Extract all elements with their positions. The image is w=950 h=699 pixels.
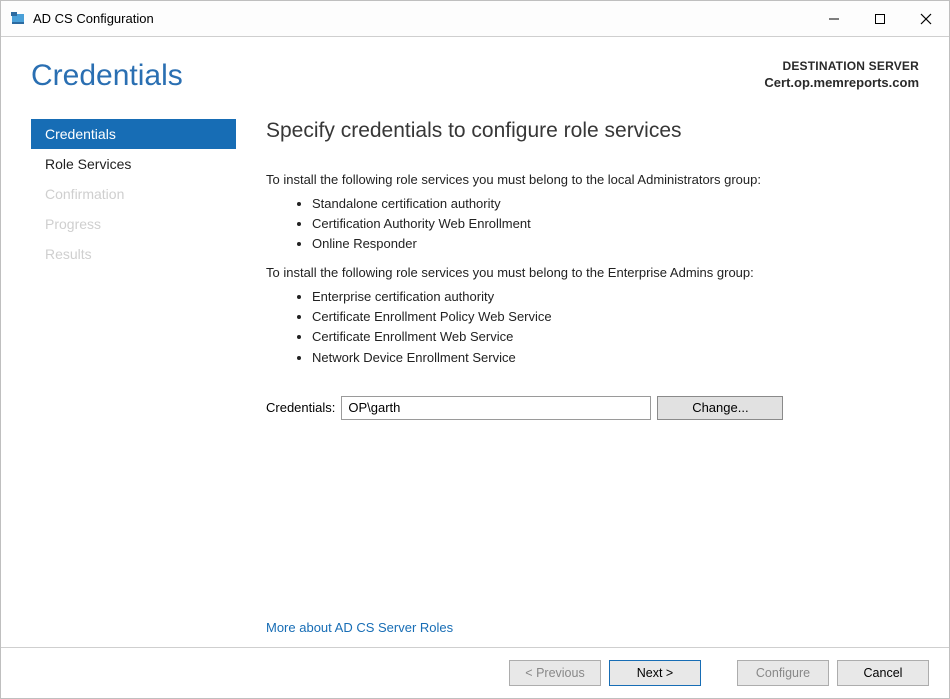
wizard-footer: < Previous Next > Configure Cancel (1, 647, 949, 698)
list-item: Certification Authority Web Enrollment (312, 214, 919, 234)
destination-server: Cert.op.memreports.com (764, 75, 919, 90)
list-item: Certificate Enrollment Policy Web Servic… (312, 307, 919, 327)
local-admins-list: Standalone certification authority Certi… (266, 194, 919, 254)
credentials-row: Credentials: Change... (266, 396, 919, 420)
list-item: Enterprise certification authority (312, 287, 919, 307)
change-button[interactable]: Change... (657, 396, 783, 420)
list-item: Online Responder (312, 234, 919, 254)
window-title: AD CS Configuration (33, 11, 154, 26)
configure-button: Configure (737, 660, 829, 686)
destination-block: DESTINATION SERVER Cert.op.memreports.co… (764, 59, 919, 90)
next-button[interactable]: Next > (609, 660, 701, 686)
list-item: Network Device Enrollment Service (312, 348, 919, 368)
previous-button: < Previous (509, 660, 601, 686)
sidebar-item-results: Results (31, 239, 236, 269)
enterprise-admins-intro: To install the following role services y… (266, 264, 919, 283)
credentials-label: Credentials: (266, 400, 335, 415)
credentials-input[interactable] (341, 396, 651, 420)
maximize-button[interactable] (857, 1, 903, 37)
wizard-sidebar: Credentials Role Services Confirmation P… (31, 119, 236, 647)
local-admins-intro: To install the following role services y… (266, 171, 919, 190)
sidebar-item-progress: Progress (31, 209, 236, 239)
more-about-link[interactable]: More about AD CS Server Roles (266, 620, 919, 635)
enterprise-admins-list: Enterprise certification authority Certi… (266, 287, 919, 368)
titlebar: AD CS Configuration (1, 1, 949, 37)
sidebar-item-role-services[interactable]: Role Services (31, 149, 236, 179)
app-icon (9, 10, 27, 28)
destination-label: DESTINATION SERVER (764, 59, 919, 73)
content-heading: Specify credentials to configure role se… (266, 119, 919, 143)
header-panel: Credentials DESTINATION SERVER Cert.op.m… (1, 37, 949, 101)
list-item: Standalone certification authority (312, 194, 919, 214)
close-button[interactable] (903, 1, 949, 37)
page-title: Credentials (31, 59, 183, 93)
minimize-button[interactable] (811, 1, 857, 37)
list-item: Certificate Enrollment Web Service (312, 327, 919, 347)
content-column: Specify credentials to configure role se… (236, 119, 919, 647)
sidebar-item-credentials[interactable]: Credentials (31, 119, 236, 149)
main-area: Credentials Role Services Confirmation P… (1, 101, 949, 647)
cancel-button[interactable]: Cancel (837, 660, 929, 686)
sidebar-item-confirmation: Confirmation (31, 179, 236, 209)
window-controls (811, 1, 949, 37)
